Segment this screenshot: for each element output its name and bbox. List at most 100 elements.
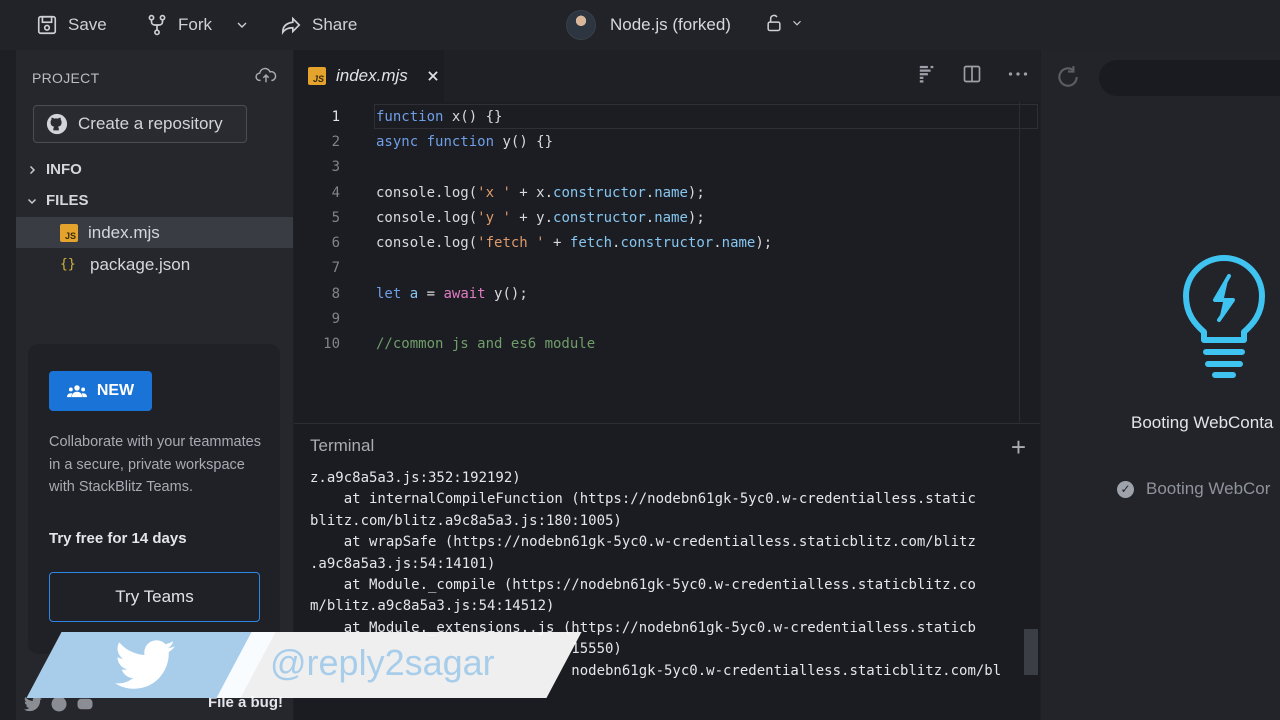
github-icon [46,113,68,135]
code-line: 4 console.log('x ' + x.constructor.name)… [294,180,1040,205]
terminal-line: at wrapSafe (https://nodebn61gk-5yc0.w-c… [310,534,976,551]
file-item-package-json[interactable]: {} package.json [16,249,293,280]
share-icon [281,16,301,36]
code-line: 6 console.log('fetch ' + fetch.construct… [294,230,1040,255]
code-line: 10 //common js and es6 module [294,332,1040,357]
code-text: console.log('x ' + x.constructor.name); [376,184,705,201]
section-info[interactable]: INFO [16,154,293,185]
js-file-icon: JS [308,67,326,85]
file-item-index-mjs[interactable]: JS index.mjs [16,217,293,248]
code-text: //common js and es6 module [376,336,596,353]
chevron-down-icon [27,198,37,204]
unlock-icon [767,14,781,32]
code-line: 1 function x() {} [294,104,1040,129]
sidebar: PROJECT Create a repository INFO FILES J… [16,50,293,720]
code-text: function x() {} [376,108,503,125]
more-options-icon[interactable] [1008,71,1028,77]
line-number: 4 [331,184,340,201]
file-name: package.json [90,254,191,274]
cloud-upload-icon[interactable] [255,66,277,84]
code-text: console.log('fetch ' + fetch.constructor… [376,235,773,252]
reload-icon[interactable] [1055,64,1081,90]
top-bar: Save Fork Share Node.js (forked) [0,0,1280,50]
promo-trial-text: Try free for 14 days [49,530,187,547]
check-circle-icon: ✓ [1117,480,1134,498]
share-button[interactable]: Share [280,0,357,50]
create-repository-button[interactable]: Create a repository [33,105,247,143]
visibility-toggle[interactable] [764,12,804,34]
project-title-text: Node.js (forked) [610,15,731,34]
terminal-line: at internalCompileFunction (https://node… [310,491,976,508]
terminal-scrollbar[interactable] [1024,629,1038,675]
code-editor[interactable]: JS index.mjs 1 function x() {} 2 async f… [294,50,1040,423]
chevron-down-icon [793,20,801,26]
code-line: 2 async function y() {} [294,129,1040,154]
js-file-icon: JS [60,223,78,242]
promo-text: Collaborate with your teammates in a sec… [49,434,261,495]
fork-icon [148,14,166,36]
share-label: Share [312,15,358,34]
terminal-line: blitz.com/blitz.a9c8a5a3.js:180:1005) [310,512,622,529]
try-teams-button[interactable]: Try Teams [49,572,260,622]
tab-index-mjs[interactable]: JS index.mjs [294,50,444,102]
split-view-icon[interactable] [962,64,982,84]
avatar [566,10,596,40]
section-files[interactable]: FILES [16,185,293,216]
save-icon [37,15,57,35]
project-header: PROJECT [32,70,100,86]
line-number: 5 [331,209,340,226]
line-number: 6 [331,235,340,252]
code-text: console.log('y ' + y.constructor.name); [376,209,705,226]
save-button[interactable]: Save [36,0,107,50]
code-line: 7 [294,256,1040,281]
chevron-right-icon [29,165,36,174]
boot-step-label: Booting WebCor [1146,479,1271,498]
fork-button[interactable]: Fork [146,0,250,50]
terminal-line: m/blitz.a9c8a5a3.js:54:14512) [310,598,555,615]
editor-ruler [1019,102,1020,422]
boot-step: ✓ Booting WebCor [1117,479,1270,499]
prettier-format-icon[interactable] [918,64,936,84]
code-area[interactable]: 1 function x() {} 2 async function y() {… [294,104,1040,357]
preview-url-bar[interactable] [1099,60,1280,96]
terminal-title: Terminal [310,436,375,455]
line-number: 7 [331,260,340,277]
twitter-bird-icon [115,640,175,689]
watermark-handle: @reply2sagar [270,642,495,683]
add-terminal-icon[interactable]: + [1011,432,1026,463]
code-line: 9 [294,306,1040,331]
line-number: 1 [331,108,340,125]
code-text: async function y() {} [376,133,554,150]
lightbulb-bolt-icon [1183,255,1265,378]
fork-label: Fork [178,15,212,34]
code-line: 5 console.log('y ' + y.constructor.name)… [294,205,1040,230]
editor-tabbar: JS index.mjs [294,50,1040,102]
file-name: index.mjs [88,222,160,242]
terminal-line: z.a9c8a5a3.js:352:192192) [310,470,521,486]
json-file-icon: {} [60,257,76,272]
tab-label: index.mjs [336,66,408,85]
code-line: 8 let a = await y(); [294,281,1040,306]
chevron-down-icon[interactable] [234,17,250,33]
line-number: 8 [331,285,340,302]
project-title[interactable]: Node.js (forked) [566,0,731,50]
section-files-label: FILES [46,192,89,209]
booting-title: Booting WebConta [1131,413,1274,432]
section-info-label: INFO [46,161,82,178]
discord-icon[interactable] [76,696,94,712]
close-icon[interactable] [426,69,440,83]
new-badge-label: NEW [96,382,135,399]
preview-panel: Booting WebConta ✓ Booting WebCor [1041,50,1280,720]
terminal-line: at Module._compile (https://nodebn61gk-5… [310,577,976,594]
team-icon [66,385,87,398]
line-number: 2 [331,133,340,150]
line-number: 10 [323,336,340,353]
terminal-line: .a9c8a5a3.js:54:14101) [310,555,496,572]
editor-actions [918,64,1028,84]
save-label: Save [68,15,107,34]
twitter-icon[interactable] [24,696,42,712]
line-number: 3 [331,159,340,176]
line-number: 9 [331,311,340,328]
code-line: 3 [294,155,1040,180]
code-text: let a = await y(); [376,285,528,302]
